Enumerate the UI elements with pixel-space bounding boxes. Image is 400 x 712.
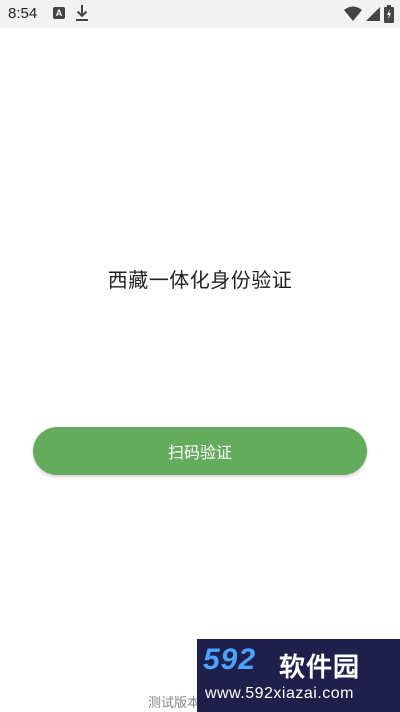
scan-verify-button[interactable]: 扫码验证: [33, 427, 367, 475]
a-notification-icon: A: [53, 7, 65, 19]
watermark-brand: 软件园: [279, 653, 361, 683]
watermark-url: www.592xiazai.com: [205, 685, 354, 702]
status-time: 8:54: [8, 5, 38, 22]
app-screen: 8:54 A 西藏一体化身份验证 扫码验证 测试版本 592 软件园 www.5…: [0, 0, 400, 712]
version-text: 测试版本: [148, 696, 201, 711]
watermark: 592 软件园 www.592xiazai.com: [197, 639, 400, 712]
page-title: 西藏一体化身份验证: [107, 268, 293, 292]
status-icons: [344, 4, 394, 24]
download-icon: [76, 5, 88, 21]
battery-icon: [384, 5, 394, 23]
status-bar: 8:54 A: [0, 0, 400, 28]
signal-icon: [366, 7, 380, 21]
wifi-icon: [344, 6, 362, 21]
watermark-logo: 592: [203, 643, 257, 676]
